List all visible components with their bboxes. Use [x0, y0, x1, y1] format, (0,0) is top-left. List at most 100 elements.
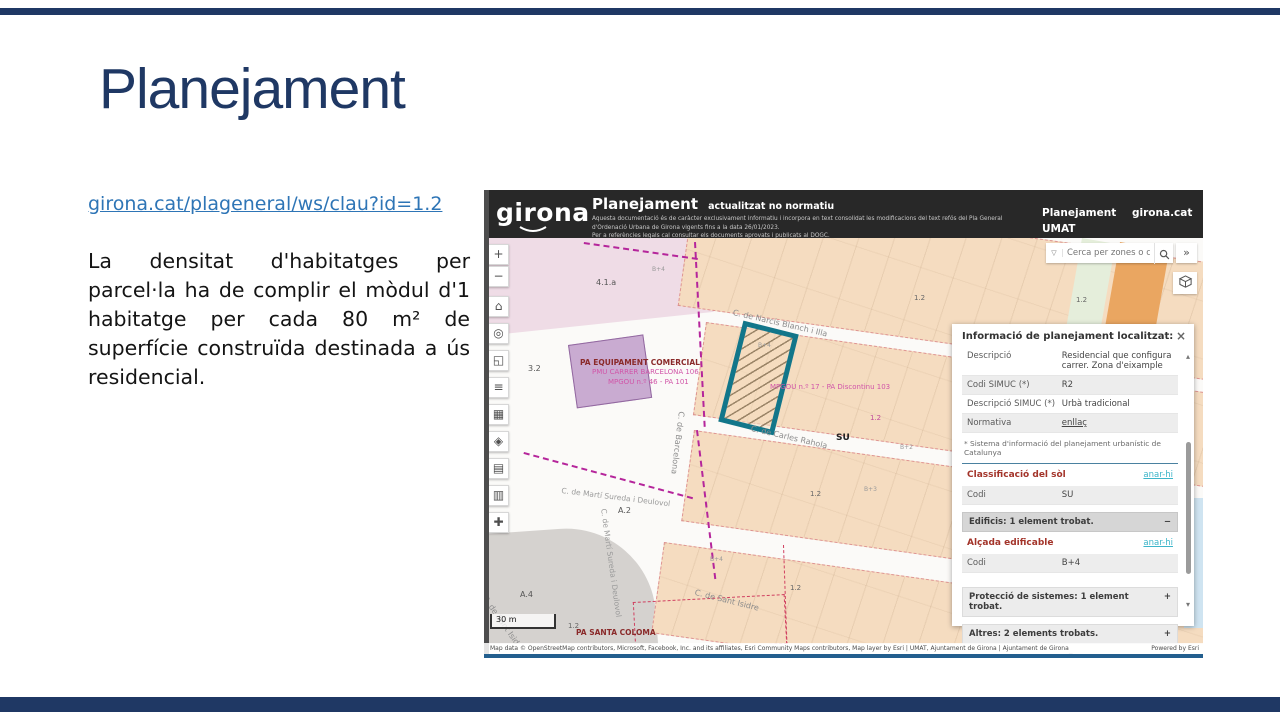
row-label: Codi: [967, 558, 1062, 568]
building-label: B+3: [864, 486, 877, 493]
nav-umat[interactable]: UMAT: [1042, 222, 1116, 238]
nav-planejament[interactable]: Planejament: [1042, 207, 1116, 219]
plan-label: PA EQUIPAMENT COMERCIAL: [580, 358, 700, 367]
row-value: R2: [1062, 380, 1173, 390]
zone-label: 3.2: [528, 364, 541, 373]
altres-section-header[interactable]: Altres: 2 elements trobats. +: [962, 624, 1178, 644]
map-header: girona Planejament actualitzat no normat…: [484, 190, 1203, 238]
slide-bottom-bar: [0, 697, 1280, 712]
search-icon[interactable]: [1154, 243, 1173, 264]
row-value: SU: [1062, 490, 1173, 500]
girona-link[interactable]: girona.cat/plageneral/ws/clau?id=1.2: [88, 193, 442, 215]
map-app-subtitle: actualitzat no normatiu: [708, 201, 834, 212]
alcada-anar-hi-link[interactable]: anar-hi: [1143, 538, 1173, 548]
table-row: Normativa enllaç: [962, 414, 1178, 433]
street-label: C. de Barcelona: [669, 411, 686, 475]
expand-panel-button[interactable]: »: [1176, 243, 1197, 263]
screenshot-left-edge: [484, 190, 489, 654]
zone-label: SU: [836, 433, 850, 443]
row-label: Descripció: [967, 351, 1062, 371]
basemap-button[interactable]: ▦: [488, 404, 509, 425]
row-value: B+4: [1062, 558, 1173, 568]
section-title: Edificis: 1 element trobat.: [969, 517, 1094, 527]
building-label: B+4: [710, 556, 723, 563]
search-input[interactable]: [1063, 248, 1154, 258]
presentation-slide: Planejament girona.cat/plageneral/ws/cla…: [0, 0, 1280, 720]
table-row: Codi SIMUC (*) R2: [962, 376, 1178, 395]
nav-girona-cat[interactable]: girona.cat: [1132, 206, 1192, 222]
oblique-view-icon[interactable]: [1173, 272, 1197, 294]
panel-title: Informació de planejament localitzat:: [962, 331, 1173, 342]
classificacio-anar-hi-link[interactable]: anar-hi: [1143, 470, 1173, 480]
table-row: Descripció SIMUC (*) Urbà tradicional: [962, 395, 1178, 414]
section-title: Altres: 2 elements trobats.: [969, 629, 1098, 639]
plan-label: PA SANTA COLOMA: [576, 628, 656, 637]
attribution-text: Map data © OpenStreetMap contributors, M…: [490, 645, 1069, 652]
panel-scrollbar[interactable]: [1186, 442, 1191, 574]
panel-scroll-up-icon[interactable]: ▴: [1186, 352, 1190, 361]
street-label: C. de Martí Sureda i Deulovol: [561, 486, 671, 508]
panel-footnote: * Sistema d'informació del planejament u…: [962, 433, 1178, 463]
print-button[interactable]: ▤: [488, 458, 509, 479]
map-screenshot: 4.1.a 3.2 PA EQUIPAMENT COMERCIAL PMU CA…: [484, 190, 1203, 658]
panel-scroll-down-icon[interactable]: ▾: [1186, 600, 1190, 609]
body-text: La densitat d'habitatges per parcel·la h…: [88, 247, 470, 393]
zone-label: 4.1.a: [596, 278, 616, 287]
expand-icon[interactable]: +: [1164, 629, 1171, 639]
zoom-out-button[interactable]: −: [488, 266, 509, 287]
map-app-title: Planejament: [592, 195, 698, 213]
zone-label: 1.2: [1076, 296, 1087, 304]
zone-label: 1.2: [810, 490, 821, 498]
building-label: B+4: [652, 266, 665, 273]
normativa-link[interactable]: enllaç: [1062, 418, 1173, 428]
table-row: Descripció Residencial que configura car…: [962, 347, 1178, 376]
map-disclaimer-2: Per a referències legals cal consultar e…: [592, 232, 1012, 241]
zone-label: 1.2: [914, 294, 925, 302]
section-title: Protecció de sistemes: 1 element trobat.: [969, 592, 1164, 612]
building-label: B+2: [900, 444, 913, 451]
screenshot-bottom-border: [484, 654, 1203, 658]
pan-button[interactable]: ✚: [488, 512, 509, 533]
legend-button[interactable]: ≡: [488, 377, 509, 398]
building-label: B+4: [758, 342, 771, 349]
row-label: Descripció SIMUC (*): [967, 399, 1062, 409]
locate-button[interactable]: ◎: [488, 323, 509, 344]
proteccio-section-header[interactable]: Protecció de sistemes: 1 element trobat.…: [962, 587, 1178, 617]
zoom-in-button[interactable]: +: [488, 244, 509, 265]
expand-icon[interactable]: +: [1164, 592, 1171, 612]
plan-label: PMU CARRER BARCELONA 106: [592, 368, 699, 376]
home-button[interactable]: ⌂: [488, 296, 509, 317]
zone-label: 1.2: [790, 584, 801, 592]
info-panel: Informació de planejament localitzat: × …: [952, 324, 1194, 626]
girona-logo[interactable]: girona: [496, 198, 590, 227]
search-bar: ▽: [1046, 243, 1173, 263]
girona-logo-smile: [518, 226, 548, 234]
row-label: Normativa: [967, 418, 1062, 428]
extent-button[interactable]: ◱: [488, 350, 509, 371]
plan-label: MPGOU n.º 17 - PA Discontinu 103: [770, 383, 890, 391]
search-filter-caret-icon[interactable]: ▽: [1046, 249, 1063, 257]
row-value: Urbà tradicional: [1062, 399, 1173, 409]
layers-button[interactable]: ◈: [488, 431, 509, 452]
scale-bar: 30 m: [490, 614, 556, 629]
table-row: Codi B+4: [962, 554, 1178, 573]
page-title: Planejament: [99, 56, 405, 122]
row-label: Codi: [967, 490, 1062, 500]
alcada-label: Alçada edificable: [967, 538, 1053, 548]
measure-button[interactable]: ▥: [488, 485, 509, 506]
edificis-section-header[interactable]: Edificis: 1 element trobat. −: [962, 512, 1178, 532]
zone-label: A.4: [520, 590, 533, 599]
zone-label: 1.2: [568, 622, 579, 630]
zone-label: A.2: [618, 506, 631, 515]
collapse-icon[interactable]: −: [1164, 517, 1171, 527]
map-disclaimer-1: Aquesta documentació és de caràcter excl…: [592, 215, 1012, 232]
row-label: Codi SIMUC (*): [967, 380, 1062, 390]
zone-label: 1.2: [870, 414, 881, 422]
row-value: Residencial que configura carrer. Zona d…: [1062, 351, 1173, 371]
plan-label: MPGOU n.º 46 - PA 101: [608, 378, 689, 386]
close-icon[interactable]: ×: [1176, 329, 1186, 343]
map-attribution: Map data © OpenStreetMap contributors, M…: [484, 643, 1203, 654]
powered-by-esri: Powered by Esri: [1151, 643, 1199, 654]
table-row: Codi SU: [962, 486, 1178, 505]
classificacio-label: Classificació del sòl: [967, 470, 1066, 480]
